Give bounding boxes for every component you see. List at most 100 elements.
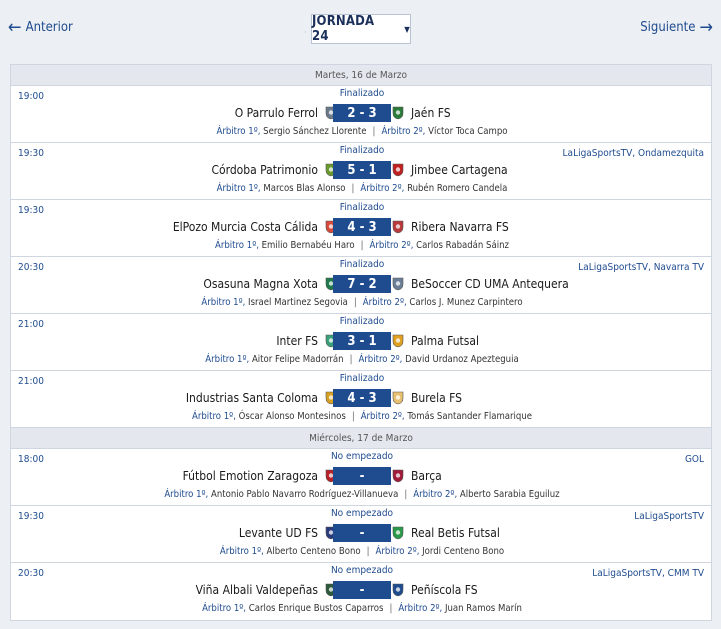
away-team-crest-icon bbox=[392, 277, 404, 291]
away-team[interactable]: Palma Futsal bbox=[391, 332, 479, 350]
tv-channels: LaLigaSportsTV, CMM TV bbox=[592, 568, 704, 579]
score-box[interactable]: - bbox=[333, 581, 391, 599]
teams-row: Industrias Santa Coloma 4 - 3 Burela FS bbox=[11, 389, 713, 407]
match-list: Martes, 16 de Marzo 19:00 Finalizado O Parr… bbox=[10, 64, 712, 621]
referee-2-name: Alberto Sarabia Eguiluz bbox=[459, 489, 560, 500]
away-team-crest-icon bbox=[392, 469, 404, 483]
referee-1-name: Antonio Pablo Navarro Rodríguez-Villanue… bbox=[210, 489, 399, 500]
teams-row: ElPozo Murcia Costa Cálida 4 - 3 Ribera Na… bbox=[11, 218, 713, 236]
match-row[interactable]: 19:30 Finalizado ElPozo Murcia Costa Cálid… bbox=[11, 200, 711, 257]
referee-1-label: Árbitro 1º, bbox=[216, 126, 261, 137]
referees: Árbitro 1º, Alberto Centeno Bono | Árbitro… bbox=[11, 546, 713, 557]
referee-1-label: Árbitro 1º, bbox=[191, 411, 236, 422]
away-team-name: Ribera Navarra FS bbox=[411, 220, 509, 234]
home-team-name: Inter FS bbox=[276, 334, 318, 348]
away-team[interactable]: Jaén FS bbox=[391, 104, 451, 122]
home-team[interactable]: Osasuna Magna Xota bbox=[203, 275, 338, 293]
home-team[interactable]: O Parrulo Ferrol bbox=[235, 104, 338, 122]
home-team-name: Levante UD FS bbox=[238, 526, 318, 540]
away-team-crest-icon bbox=[392, 334, 404, 348]
day-header: Martes, 16 de Marzo bbox=[11, 65, 711, 86]
divider-dot: · bbox=[304, 28, 307, 37]
away-team[interactable]: Real Betis Futsal bbox=[391, 524, 500, 542]
referee-separator: | bbox=[351, 183, 355, 194]
away-team-crest-icon bbox=[392, 220, 404, 234]
teams-row: Viña Albali Valdepeñas - Peñíscola FS bbox=[11, 581, 713, 599]
home-team[interactable]: Levante UD FS bbox=[239, 524, 338, 542]
referee-2-name: Tomás Santander Flamarique bbox=[407, 411, 533, 422]
next-round-label: Siguiente bbox=[640, 20, 696, 35]
match-row[interactable]: 21:00 Finalizado Inter FS 3 - 1 Palma Futsal… bbox=[11, 314, 711, 371]
referees: Árbitro 1º, Carlos Enrique Bustos Caparr… bbox=[11, 603, 713, 614]
referee-separator: | bbox=[351, 411, 355, 422]
away-team-name: Palma Futsal bbox=[411, 334, 480, 348]
score-box[interactable]: 4 - 3 bbox=[333, 389, 391, 407]
referee-separator: | bbox=[389, 603, 393, 614]
home-team-name: Osasuna Magna Xota bbox=[203, 277, 318, 291]
away-team-name: BeSoccer CD UMA Antequera bbox=[411, 277, 569, 291]
away-team[interactable]: Barça bbox=[391, 467, 442, 485]
away-team[interactable]: Peñíscola FS bbox=[391, 581, 478, 599]
next-round-link[interactable]: Siguiente → bbox=[640, 18, 713, 36]
score-box[interactable]: 7 - 2 bbox=[333, 275, 391, 293]
score-box[interactable]: 4 - 3 bbox=[333, 218, 391, 236]
match-row[interactable]: 21:00 Finalizado Industrias Santa Coloma 4 … bbox=[11, 371, 711, 428]
referees: Árbitro 1º, Antonio Pablo Navarro Rodríg… bbox=[11, 489, 713, 500]
score-box[interactable]: 2 - 3 bbox=[333, 104, 391, 122]
referee-separator: | bbox=[353, 297, 357, 308]
referee-separator: | bbox=[360, 240, 364, 251]
match-status: Finalizado bbox=[339, 88, 385, 99]
home-team[interactable]: Industrias Santa Coloma bbox=[186, 389, 338, 407]
match-row[interactable]: 18:00 No empezado GOL Fútbol Emotion Zarago… bbox=[11, 449, 711, 506]
referee-separator: | bbox=[372, 126, 376, 137]
away-team-name: Jaén FS bbox=[411, 106, 451, 120]
referee-2-name: Rubén Romero Candela bbox=[407, 183, 508, 194]
referees: Árbitro 1º, Sergio Sánchez Llorente | Árbi… bbox=[11, 126, 713, 137]
away-team-name: Peñíscola FS bbox=[411, 583, 478, 597]
home-team[interactable]: Inter FS bbox=[276, 332, 338, 350]
away-team[interactable]: Ribera Navarra FS bbox=[391, 218, 509, 236]
teams-row: O Parrulo Ferrol 2 - 3 Jaén FS bbox=[11, 104, 713, 122]
match-row[interactable]: 19:30 No empezado LaLigaSportsTV Levante UD… bbox=[11, 506, 711, 563]
match-row[interactable]: 19:30 Finalizado LaLigaSportsTV, Ondamezqu… bbox=[11, 143, 711, 200]
home-team[interactable]: Córdoba Patrimonio bbox=[211, 161, 338, 179]
referee-1-label: Árbitro 1º, bbox=[205, 354, 250, 365]
referees: Árbitro 1º, Óscar Alonso Montesinos | Árbi… bbox=[11, 411, 713, 422]
referee-2-label: Árbitro 2º, bbox=[413, 489, 458, 500]
teams-row: Córdoba Patrimonio 5 - 1 Jimbee Cartagena bbox=[11, 161, 713, 179]
match-row[interactable]: 20:30 Finalizado LaLigaSportsTV, Navarra T… bbox=[11, 257, 711, 314]
teams-row: Osasuna Magna Xota 7 - 2 BeSoccer CD UMA A… bbox=[11, 275, 713, 293]
referee-1-label: Árbitro 1º, bbox=[201, 297, 246, 308]
referee-1-name: Sergio Sánchez Llorente bbox=[263, 126, 367, 137]
away-team-crest-icon bbox=[392, 163, 404, 177]
home-team[interactable]: ElPozo Murcia Costa Cálida bbox=[173, 218, 338, 236]
away-team[interactable]: Jimbee Cartagena bbox=[391, 161, 508, 179]
referees: Árbitro 1º, Aitor Felipe Madorrán | Árbitr… bbox=[11, 354, 713, 365]
referee-2-label: Árbitro 2º, bbox=[375, 546, 420, 557]
referee-1-name: Emilio Bernabéu Haro bbox=[261, 240, 355, 251]
away-team-name: Real Betis Futsal bbox=[411, 526, 500, 540]
round-selector[interactable]: JORNADA 24 ▼ bbox=[311, 14, 411, 44]
referees: Árbitro 1º, Emilio Bernabéu Haro | Árbitro… bbox=[11, 240, 713, 251]
previous-round-link[interactable]: ← Anterior bbox=[8, 18, 73, 36]
match-status: Finalizado bbox=[339, 202, 385, 213]
home-team-name: Córdoba Patrimonio bbox=[211, 163, 318, 177]
match-row[interactable]: 20:30 No empezado LaLigaSportsTV, CMM TV Vi… bbox=[11, 563, 711, 620]
home-team-name: Viña Albali Valdepeñas bbox=[195, 583, 318, 597]
match-row[interactable]: 19:00 Finalizado O Parrulo Ferrol 2 - 3 Jaén… bbox=[11, 86, 711, 143]
home-team[interactable]: Fútbol Emotion Zaragoza bbox=[183, 467, 338, 485]
home-team[interactable]: Viña Albali Valdepeñas bbox=[196, 581, 338, 599]
round-navigation: ← Anterior · JORNADA 24 ▼ Siguiente → bbox=[0, 0, 721, 60]
score-box[interactable]: 5 - 1 bbox=[333, 161, 391, 179]
away-team[interactable]: Burela FS bbox=[391, 389, 462, 407]
referee-2-name: Juan Ramos Marín bbox=[444, 603, 522, 614]
score-box[interactable]: - bbox=[333, 524, 391, 542]
away-team[interactable]: BeSoccer CD UMA Antequera bbox=[391, 275, 569, 293]
referee-2-label: Árbitro 2º, bbox=[362, 297, 407, 308]
score-box[interactable]: - bbox=[333, 467, 391, 485]
away-team-name: Burela FS bbox=[411, 391, 462, 405]
referee-1-label: Árbitro 1º, bbox=[164, 489, 209, 500]
referee-2-label: Árbitro 2º, bbox=[360, 183, 405, 194]
match-status: No empezado bbox=[330, 508, 394, 519]
score-box[interactable]: 3 - 1 bbox=[333, 332, 391, 350]
